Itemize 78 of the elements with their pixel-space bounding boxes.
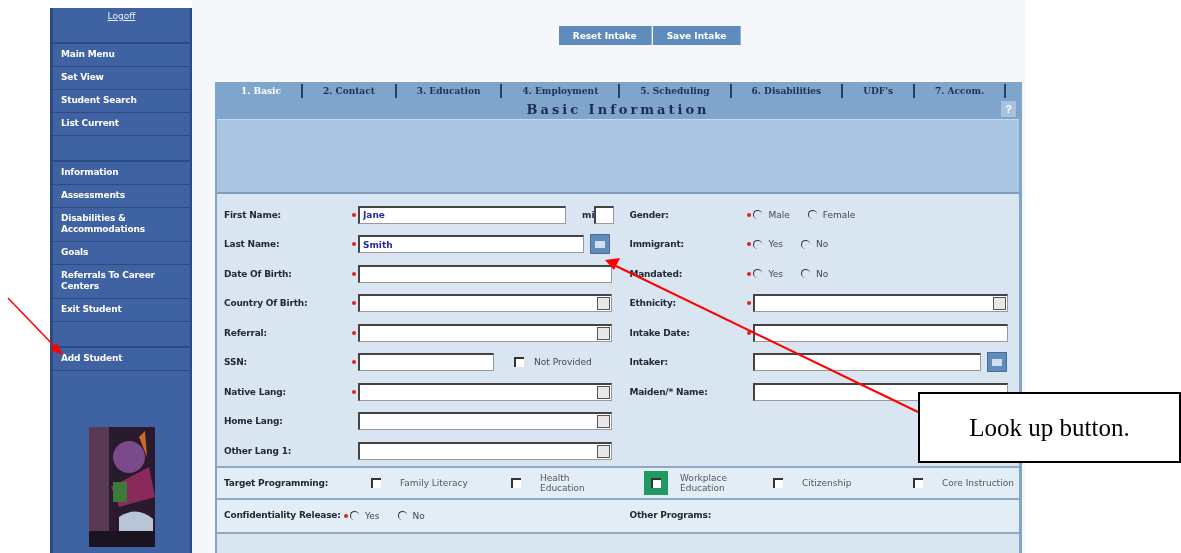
radio-label: Yes (365, 510, 380, 521)
field-label: First Name: (224, 209, 282, 220)
tab[interactable]: 5. Scheduling (620, 83, 732, 98)
lookup-button[interactable] (590, 234, 610, 255)
field-label: Mandated: (629, 268, 684, 279)
field-label: Gender: (629, 209, 670, 220)
text-field[interactable] (358, 353, 494, 372)
menu-item[interactable]: List Current (53, 113, 190, 136)
menu-item[interactable]: Information (53, 162, 190, 185)
dropdown[interactable] (358, 382, 612, 401)
field-label: Other Lang 1: (224, 445, 293, 456)
field-label: SSN: (224, 357, 248, 368)
text-field[interactable]: Jane (358, 205, 566, 224)
checkbox-label: Core Instruction (942, 477, 1015, 488)
dropdown[interactable] (753, 294, 1009, 313)
field-label: Referral: (224, 327, 268, 338)
checkbox[interactable] (511, 477, 521, 488)
field-label: Intake Date: (629, 327, 691, 338)
menu-item[interactable]: Goals (53, 242, 190, 265)
checkbox-label: Not Provided (534, 357, 592, 368)
dropdown[interactable] (358, 412, 612, 431)
logoff-link[interactable]: Logoff (107, 11, 136, 21)
menu-item[interactable]: Main Menu (53, 44, 190, 67)
annotation-arrow (7, 297, 63, 355)
checkbox-label: Health Education (540, 472, 586, 493)
tab[interactable]: 7. Accom. (915, 83, 1007, 98)
checkbox-label: Citizenship (802, 477, 853, 488)
tab[interactable]: UDF's (843, 83, 916, 98)
radio-label: Female (822, 209, 856, 220)
field-label: Country Of Birth: (224, 298, 309, 309)
annotation-callout: Look up button. (918, 392, 1181, 463)
field-label: Confidentiality Release: (224, 510, 342, 521)
menu-item[interactable]: Exit Student (53, 299, 190, 322)
checkbox[interactable] (514, 357, 524, 368)
checkbox[interactable] (773, 477, 783, 488)
radio-label: No (412, 510, 425, 521)
tab[interactable]: 2. Contact (302, 83, 397, 98)
field-label: Native Lang: (224, 386, 287, 397)
tab[interactable]: 6. Disabilities (731, 83, 844, 98)
dropdown[interactable] (358, 323, 612, 342)
text-field[interactable] (753, 353, 982, 372)
toolbar-button[interactable]: Save Intake (652, 26, 742, 45)
field-label: Immigrant: (629, 239, 685, 250)
initial-field[interactable] (594, 205, 615, 224)
checkbox[interactable] (913, 477, 923, 488)
checkbox-label: Family Literacy (400, 477, 469, 488)
field-label: Last Name: (224, 239, 281, 250)
menu-item[interactable]: Assessments (53, 185, 190, 208)
field-label: Target Programming: (224, 477, 330, 488)
radio-label: No (816, 239, 829, 250)
panel-title: Basic Information (526, 101, 710, 117)
toolbar-button[interactable]: Reset Intake (558, 26, 652, 45)
field-label: Home Lang: (224, 416, 284, 427)
text-field[interactable]: Smith (358, 235, 584, 254)
field-label: Maiden/* Name: (629, 386, 709, 397)
dropdown[interactable] (358, 441, 612, 460)
tab[interactable]: 3. Education (396, 83, 503, 98)
field-label: Ethnicity: (629, 298, 678, 309)
text-field[interactable] (358, 264, 612, 283)
tab[interactable]: 4. Employment (502, 83, 621, 98)
checkbox-label: Workplace Education (680, 472, 728, 493)
field-label: Other Programs: (629, 510, 713, 521)
radio-label: No (816, 268, 829, 279)
field-label: Intaker: (629, 357, 669, 368)
text-field[interactable] (753, 323, 1009, 342)
menu-item[interactable]: Disabilities & Accommodations (53, 208, 190, 242)
radio-label: Yes (768, 268, 783, 279)
radio-label: Male (768, 209, 790, 220)
radio-label: Yes (768, 239, 783, 250)
lookup-button[interactable] (987, 352, 1008, 373)
menu-item[interactable]: Referrals To Career Centers (53, 265, 190, 299)
checkbox[interactable] (371, 477, 381, 488)
menu-item[interactable]: Student Search (53, 90, 190, 113)
dropdown[interactable] (358, 294, 612, 313)
checkbox[interactable] (651, 477, 661, 488)
field-label: mi (582, 209, 595, 220)
menu-item[interactable]: Set View (53, 67, 190, 90)
field-label: Date Of Birth: (224, 268, 293, 279)
